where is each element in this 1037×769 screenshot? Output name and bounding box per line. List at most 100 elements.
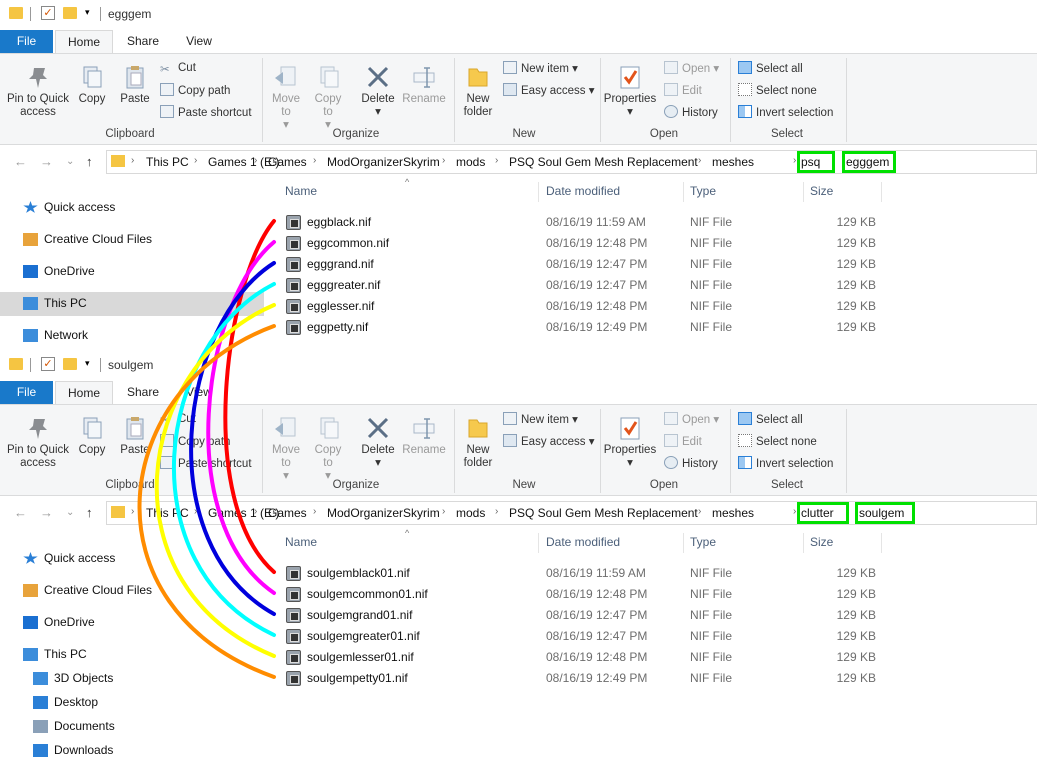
recent-locations-chevron-icon[interactable]: ⌄ [66,156,74,167]
column-header-type[interactable]: Type [690,529,716,555]
tab-share[interactable]: Share [118,381,168,404]
recent-locations-chevron-icon[interactable]: ⌄ [66,507,74,518]
properties-button[interactable]: Properties ▾ [602,64,658,119]
nav-item[interactable]: Quick access [0,547,264,571]
file-row[interactable]: soulgemgrand01.nif 08/16/19 12:47 PM NIF… [270,604,900,625]
nav-item[interactable]: 3D Objects [0,667,264,691]
move-to-button[interactable]: Move to ▾ [268,64,304,132]
file-row[interactable]: egggreater.nif 08/16/19 12:47 PM NIF Fil… [270,274,900,295]
pin-to-quick-access-button[interactable]: Pin to Quick access [4,64,72,119]
new-item-button[interactable]: New item ▾ [503,412,578,427]
easy-access-button[interactable]: Easy access ▾ [503,434,595,449]
breadcrumb-item[interactable]: clutter [801,506,834,520]
new-folder-icon[interactable] [63,358,77,370]
up-arrow-icon[interactable]: ↑ [86,505,93,520]
edit-button[interactable]: Edit [664,83,702,98]
file-row[interactable]: soulgempetty01.nif 08/16/19 12:49 PM NIF… [270,667,900,688]
move-to-button[interactable]: Move to ▾ [268,415,304,483]
tab-view[interactable]: View [175,30,223,53]
tab-share[interactable]: Share [118,30,168,53]
breadcrumb-item[interactable]: egggem [846,155,889,169]
paste-button[interactable]: Paste [116,415,154,457]
select-none-button[interactable]: Select none [738,434,817,449]
breadcrumb-item[interactable]: This PC [146,506,189,520]
nav-item[interactable]: Creative Cloud Files [0,228,264,252]
new-folder-button[interactable]: New folder [458,64,498,119]
customize-toolbar-dropdown-icon[interactable]: ▾ [85,358,90,369]
column-header-size[interactable]: Size [810,529,833,555]
properties-button[interactable]: Properties ▾ [602,415,658,470]
column-header-name[interactable]: Name [285,178,317,204]
breadcrumb-item[interactable]: ModOrganizerSkyrim [327,155,440,169]
delete-button[interactable]: Delete ▾ [358,415,398,470]
copy-button[interactable]: Copy [74,64,110,106]
file-row[interactable]: soulgemblack01.nif 08/16/19 11:59 AM NIF… [270,562,900,583]
nav-item[interactable]: This PC [0,643,264,667]
file-row[interactable]: eggblack.nif 08/16/19 11:59 AM NIF File … [270,211,900,232]
breadcrumb-item[interactable]: psq [801,155,820,169]
nav-item[interactable]: Quick access [0,196,264,220]
customize-toolbar-dropdown-icon[interactable]: ▾ [85,7,90,18]
cut-button[interactable]: ✂ Cut [160,61,196,76]
delete-button[interactable]: Delete ▾ [358,64,398,119]
new-folder-icon[interactable] [63,7,77,19]
file-row[interactable]: eggcommon.nif 08/16/19 12:48 PM NIF File… [270,232,900,253]
invert-selection-button[interactable]: Invert selection [738,456,833,471]
up-arrow-icon[interactable]: ↑ [86,154,93,169]
address-bar[interactable]: › This PC › Games 1 (E:) › Games › ModOrganizer… [106,501,1037,525]
copy-path-button[interactable]: Copy path [160,434,230,449]
back-arrow-icon[interactable]: ← [14,505,27,520]
tab-view[interactable]: View [175,381,223,404]
select-all-button[interactable]: Select all [738,61,803,76]
breadcrumb-item[interactable]: meshes [712,155,754,169]
pin-to-quick-access-button[interactable]: Pin to Quick access [4,415,72,470]
breadcrumb-item[interactable]: Games [268,506,307,520]
paste-button[interactable]: Paste [116,64,154,106]
properties-check-icon[interactable]: ✓ [41,357,55,371]
breadcrumb-item[interactable]: mods [456,506,485,520]
column-header-date[interactable]: Date modified [546,529,620,555]
nav-item[interactable]: Creative Cloud Files [0,579,264,603]
nav-item[interactable]: Documents [0,715,264,739]
new-folder-button[interactable]: New folder [458,415,498,470]
rename-button[interactable]: Rename [402,415,446,457]
rename-button[interactable]: Rename [402,64,446,106]
tab-file[interactable]: File [0,30,53,53]
column-header-date[interactable]: Date modified [546,178,620,204]
properties-check-icon[interactable]: ✓ [41,6,55,20]
new-item-button[interactable]: New item ▾ [503,61,578,76]
tab-file[interactable]: File [0,381,53,404]
file-row[interactable]: soulgemlesser01.nif 08/16/19 12:48 PM NI… [270,646,900,667]
file-row[interactable]: soulgemgreater01.nif 08/16/19 12:47 PM N… [270,625,900,646]
tab-home[interactable]: Home [55,381,113,404]
nav-item[interactable]: Network [0,324,264,348]
tab-home[interactable]: Home [55,30,113,53]
breadcrumb-item[interactable]: PSQ Soul Gem Mesh Replacement [509,155,698,169]
history-button[interactable]: History [664,456,718,471]
history-button[interactable]: History [664,105,718,120]
copy-to-button[interactable]: Copy to ▾ [310,415,346,483]
breadcrumb-item[interactable]: mods [456,155,485,169]
breadcrumb-item[interactable]: This PC [146,155,189,169]
address-bar[interactable]: › This PC › Games 1 (E:) › Games › ModOrganizer… [106,150,1037,174]
forward-arrow-icon[interactable]: → [40,154,53,169]
forward-arrow-icon[interactable]: → [40,505,53,520]
paste-shortcut-button[interactable]: Paste shortcut [160,456,252,471]
column-header-name[interactable]: Name [285,529,317,555]
column-header-type[interactable]: Type [690,178,716,204]
nav-item[interactable]: This PC [0,292,264,316]
edit-button[interactable]: Edit [664,434,702,449]
cut-button[interactable]: ✂ Cut [160,412,196,427]
copy-button[interactable]: Copy [74,415,110,457]
copy-to-button[interactable]: Copy to ▾ [310,64,346,132]
breadcrumb-item[interactable]: PSQ Soul Gem Mesh Replacement [509,506,698,520]
breadcrumb-item[interactable]: Games [268,155,307,169]
easy-access-button[interactable]: Easy access ▾ [503,83,595,98]
copy-path-button[interactable]: Copy path [160,83,230,98]
nav-item[interactable]: Downloads [0,739,264,763]
open-button[interactable]: Open ▾ [664,412,719,427]
nav-item[interactable]: OneDrive [0,260,264,284]
open-button[interactable]: Open ▾ [664,61,719,76]
breadcrumb-item[interactable]: meshes [712,506,754,520]
back-arrow-icon[interactable]: ← [14,154,27,169]
